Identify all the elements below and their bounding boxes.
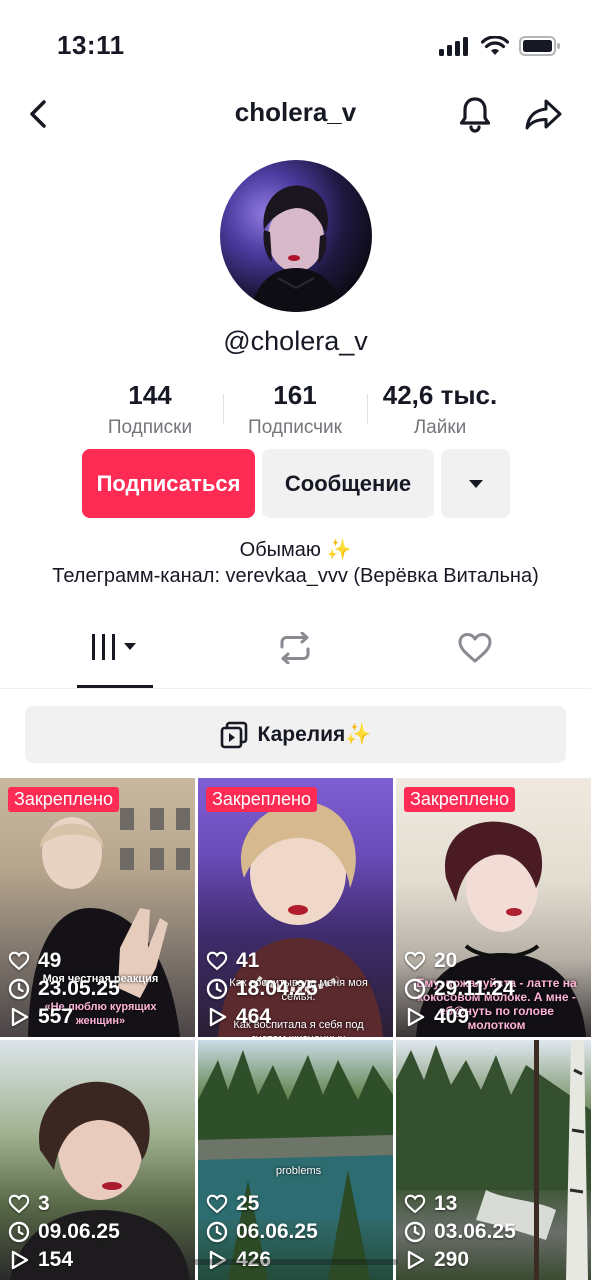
pinned-badge: Закреплено (404, 787, 515, 812)
pinned-badge: Закреплено (8, 787, 119, 812)
play-icon (209, 1007, 227, 1027)
status-time: 13:11 (57, 30, 125, 60)
status-icons (439, 36, 561, 56)
stat-following-label: Подписки (107, 417, 193, 438)
bio-line-1: Обымаю ✨ (239, 539, 352, 561)
likes-count: 20 (434, 949, 458, 972)
video-thumbnail[interactable]: Закреплено Как воспитывала меня моя семь… (198, 778, 393, 1037)
tab-videos[interactable] (77, 632, 153, 688)
heart-icon (404, 1194, 426, 1214)
stat-following[interactable]: 144 Подписки (95, 380, 205, 439)
heart-icon (8, 1194, 30, 1214)
clock-icon (8, 1221, 30, 1243)
upload-date: 18.04.25 (236, 977, 318, 1000)
video-stats: 49 23.05.25 557 (8, 947, 120, 1031)
video-grid: Закреплено Моя честная реакция «Не люблю… (0, 778, 591, 1280)
heart-icon (458, 633, 492, 663)
stat-divider (223, 394, 224, 424)
suggested-accounts-button[interactable] (441, 449, 510, 518)
profile-stats: 144 Подписки 161 Подписчик 42,6 тыс. Лай… (0, 380, 591, 440)
wifi-icon (481, 36, 509, 55)
video-thumbnail[interactable]: 13 03.06.25 290 (396, 1040, 591, 1280)
views-count: 290 (434, 1248, 470, 1271)
stat-divider (367, 394, 368, 424)
clock-icon (206, 978, 228, 1000)
likes-count: 13 (434, 1192, 458, 1215)
bell-icon (459, 97, 491, 133)
tab-reposts[interactable] (257, 632, 333, 688)
likes-count: 3 (38, 1192, 50, 1215)
video-caption: problems (218, 1164, 379, 1178)
share-icon (525, 99, 562, 130)
views-count: 464 (236, 1005, 272, 1028)
upload-date: 06.06.25 (236, 1220, 318, 1243)
play-icon (407, 1250, 425, 1270)
avatar-photo (250, 185, 342, 312)
repost-icon (280, 632, 310, 664)
videos-grid-icon (92, 634, 136, 660)
upload-date: 03.06.25 (434, 1220, 516, 1243)
heart-icon (206, 951, 228, 971)
views-count: 409 (434, 1005, 470, 1028)
likes-count: 41 (236, 949, 260, 972)
clock-icon (404, 1221, 426, 1243)
stat-likes-value: 42,6 тыс. (382, 380, 498, 410)
bio-line-2: Телеграмм-канал: verevkaa_vvv (Верёвка В… (52, 565, 539, 587)
stat-following-value: 144 (128, 380, 172, 410)
video-thumbnail[interactable]: Закреплено Моя честная реакция «Не люблю… (0, 778, 195, 1037)
message-button[interactable]: Сообщение (262, 449, 434, 518)
follow-button[interactable]: Подписаться (82, 449, 255, 518)
play-icon (407, 1007, 425, 1027)
profile-bio: Обымаю ✨ Телеграмм-канал: verevkaa_vvv (… (40, 537, 551, 589)
upload-date: 09.06.25 (38, 1220, 120, 1243)
heart-icon (206, 1194, 228, 1214)
battery-icon (519, 36, 560, 56)
stat-followers[interactable]: 161 Подписчик (235, 380, 355, 439)
clock-icon (206, 1221, 228, 1243)
playlist-title: Карелия✨ (257, 722, 372, 746)
clock-icon (8, 978, 30, 1000)
views-count: 557 (38, 1005, 74, 1028)
share-button[interactable] (523, 94, 563, 134)
home-indicator[interactable] (193, 1259, 398, 1265)
header-title: cholera_v (234, 97, 357, 127)
playlist-button[interactable]: Карелия✨ (25, 706, 566, 763)
video-thumbnail[interactable]: 3 09.06.25 154 (0, 1040, 195, 1280)
stat-followers-label: Подписчик (248, 417, 342, 438)
upload-date: 23.05.25 (38, 977, 120, 1000)
profile-tabs (0, 632, 591, 688)
video-stats: 13 03.06.25 290 (404, 1190, 516, 1274)
video-thumbnail[interactable]: Закреплено Ему, пожалуйста - латте на ко… (396, 778, 591, 1037)
stat-likes[interactable]: 42,6 тыс. Лайки (372, 380, 508, 439)
profile-avatar[interactable] (220, 160, 372, 312)
likes-count: 49 (38, 949, 62, 972)
video-thumbnail[interactable]: problems 25 06.06.25 426 (198, 1040, 393, 1280)
dropdown-icon (468, 479, 483, 488)
signal-icon (439, 37, 468, 56)
tab-liked[interactable] (437, 632, 513, 688)
views-count: 154 (38, 1248, 74, 1271)
video-stats: 41 18.04.25 464 (206, 947, 318, 1031)
stat-followers-value: 161 (273, 380, 317, 410)
likes-count: 25 (236, 1192, 260, 1215)
upload-date: 29.11.24 (434, 977, 515, 1000)
notifications-button[interactable] (456, 94, 494, 134)
video-stats: 3 09.06.25 154 (8, 1190, 120, 1274)
caption-line-1: problems (275, 1165, 322, 1177)
play-icon (11, 1250, 29, 1270)
video-stats: 20 29.11.24 409 (404, 947, 515, 1031)
heart-icon (8, 951, 30, 971)
pinned-badge: Закреплено (206, 787, 317, 812)
heart-icon (404, 951, 426, 971)
play-icon (11, 1007, 29, 1027)
playlist-icon (220, 721, 247, 748)
stat-likes-label: Лайки (413, 417, 467, 438)
tabs-divider (0, 688, 591, 689)
clock-icon (404, 978, 426, 1000)
profile-handle: @cholera_v (223, 326, 368, 356)
